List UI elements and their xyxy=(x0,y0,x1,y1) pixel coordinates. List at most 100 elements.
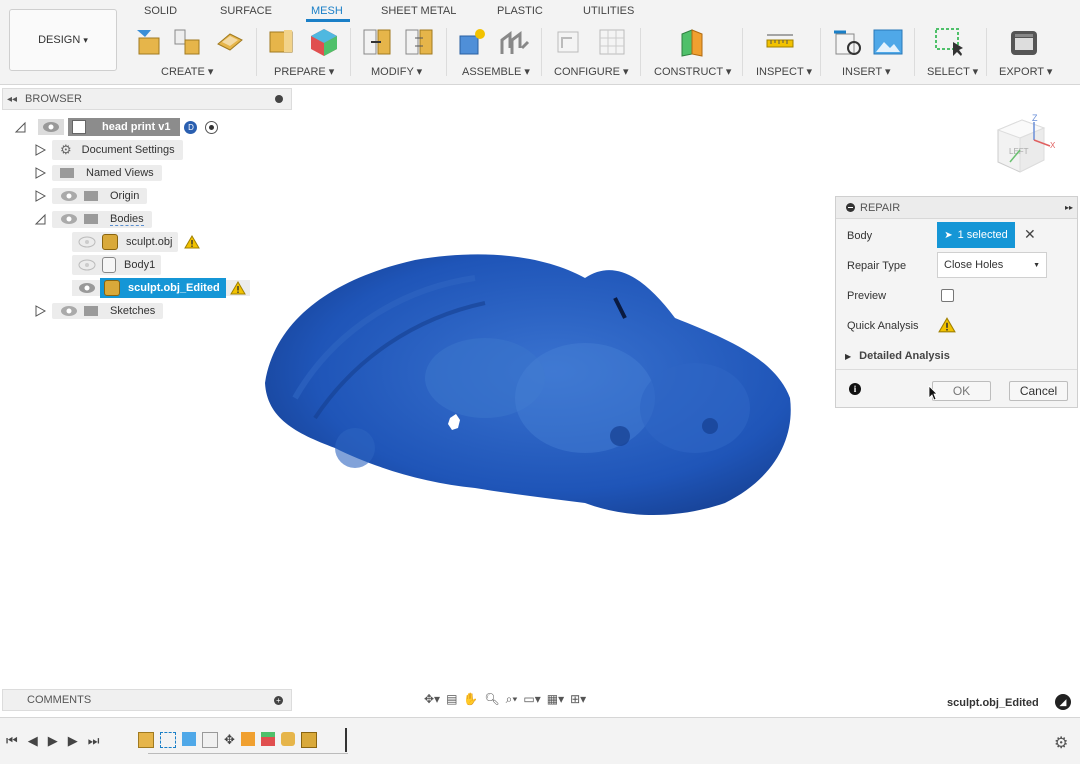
grid-icon[interactable]: ▦▾ xyxy=(547,692,564,706)
collapsed-triangle-icon[interactable] xyxy=(34,144,46,156)
hidden-eye-icon[interactable] xyxy=(78,236,96,248)
feature-mesh-edit-icon[interactable] xyxy=(300,732,317,748)
timeline-marker[interactable] xyxy=(345,728,347,752)
visibility-eye-icon[interactable] xyxy=(60,305,78,317)
go-to-start-icon[interactable]: ⏮ xyxy=(6,733,18,749)
tree-item-named-views[interactable]: Named Views xyxy=(14,163,294,183)
step-back-icon[interactable]: ◀ xyxy=(28,733,38,749)
expand-dialog-icon[interactable]: ▸▸ xyxy=(1065,203,1073,212)
group-export[interactable]: EXPORT ▾ xyxy=(999,65,1052,78)
preview-checkbox[interactable] xyxy=(941,289,954,302)
create-tessellate-icon[interactable] xyxy=(214,26,246,58)
tree-item-sculpt-obj-edited[interactable]: sculpt.obj_Edited xyxy=(14,278,294,298)
assemble-joint-icon[interactable] xyxy=(498,26,530,58)
inspect-measure-icon[interactable] xyxy=(764,26,796,58)
info-icon[interactable]: i xyxy=(849,383,861,395)
insert-canvas-icon[interactable] xyxy=(872,26,904,58)
tree-root[interactable]: head print v1 D xyxy=(14,117,294,137)
warning-icon[interactable] xyxy=(938,317,956,333)
warning-icon[interactable] xyxy=(229,281,246,295)
go-to-end-icon[interactable]: ⏭ xyxy=(88,733,100,749)
detailed-analysis-toggle[interactable]: ▶ Detailed Analysis xyxy=(845,350,950,362)
tree-item-document-settings[interactable]: ⚙ Document Settings xyxy=(14,140,294,160)
tree-item-origin[interactable]: Origin xyxy=(14,186,294,206)
cancel-button[interactable]: Cancel xyxy=(1009,381,1068,401)
export-3d-print-icon[interactable] xyxy=(1008,26,1040,58)
group-configure[interactable]: CONFIGURE ▾ xyxy=(554,65,629,78)
minus-circle-icon[interactable] xyxy=(846,203,855,212)
feature-form-icon[interactable] xyxy=(138,732,154,748)
repair-type-select[interactable]: Close Holes ▼ xyxy=(937,252,1047,278)
tab-solid[interactable]: SOLID xyxy=(144,5,177,17)
create-form-icon[interactable] xyxy=(131,26,163,58)
pan-icon[interactable]: ✋ xyxy=(463,692,478,706)
expanded-triangle-icon[interactable] xyxy=(14,121,26,133)
hidden-eye-icon[interactable] xyxy=(78,259,96,271)
timeline-settings-gear-icon[interactable]: ⚙ xyxy=(1054,733,1068,753)
create-insert-mesh-icon[interactable] xyxy=(171,26,203,58)
collapsed-triangle-icon[interactable] xyxy=(34,305,46,317)
clear-selection-icon[interactable]: ✕ xyxy=(1024,226,1036,243)
group-assemble[interactable]: ASSEMBLE ▾ xyxy=(462,65,530,78)
ok-button[interactable]: OK xyxy=(932,381,991,401)
construct-offset-plane-icon[interactable] xyxy=(676,26,708,58)
collapsed-triangle-icon[interactable] xyxy=(34,190,46,202)
feature-box-icon[interactable] xyxy=(202,732,218,748)
prepare-generate-face-groups-icon[interactable] xyxy=(266,26,298,58)
group-construct[interactable]: CONSTRUCT ▾ xyxy=(654,65,731,78)
visibility-eye-icon[interactable] xyxy=(60,213,78,225)
play-icon[interactable]: ▶ xyxy=(48,733,58,749)
tab-utilities[interactable]: UTILITIES xyxy=(583,5,634,17)
feature-face-group-icon[interactable] xyxy=(260,732,275,746)
orbit-icon[interactable]: ✥▾ xyxy=(424,692,440,706)
step-forward-icon[interactable]: ▶ xyxy=(68,733,78,749)
assemble-new-component-icon[interactable] xyxy=(456,26,488,58)
tab-sheet-metal[interactable]: SHEET METAL xyxy=(381,5,456,17)
viewports-icon[interactable]: ⊞▾ xyxy=(570,692,586,706)
tab-surface[interactable]: SURFACE xyxy=(220,5,272,17)
visibility-eye-icon[interactable] xyxy=(78,282,96,294)
feature-sketch-icon[interactable] xyxy=(160,732,176,748)
selection-filter-icon[interactable]: ◢ xyxy=(1055,694,1071,710)
display-settings-icon[interactable]: ▭▾ xyxy=(523,692,540,706)
configure-icon[interactable] xyxy=(554,26,586,58)
collapsed-triangle-icon[interactable] xyxy=(34,167,46,179)
group-select[interactable]: SELECT ▾ xyxy=(927,65,978,78)
add-comment-icon[interactable]: + xyxy=(274,695,283,705)
feature-move-icon[interactable]: ✥ xyxy=(224,732,235,748)
group-inspect[interactable]: INSPECT ▾ xyxy=(756,65,812,78)
tree-item-body1[interactable]: Body1 xyxy=(14,255,294,275)
group-create[interactable]: CREATE ▾ xyxy=(161,65,213,78)
feature-plane-icon[interactable] xyxy=(182,732,196,746)
zoom-window-icon[interactable]: ⌕▾ xyxy=(506,692,518,707)
workspace-switcher[interactable]: DESIGN ▾ xyxy=(9,9,117,71)
collapse-panel-icon[interactable]: ◂◂ xyxy=(7,94,17,105)
group-insert[interactable]: INSERT ▾ xyxy=(842,65,891,78)
feature-mesh-icon[interactable] xyxy=(280,732,295,746)
body-selection-button[interactable]: ➤ 1 selected xyxy=(937,222,1015,248)
tree-item-bodies[interactable]: Bodies xyxy=(14,209,294,229)
comments-panel[interactable]: COMMENTS + xyxy=(2,689,292,711)
zoom-icon[interactable]: 🔍︎ xyxy=(484,692,499,706)
tree-item-sketches[interactable]: Sketches xyxy=(14,301,294,321)
look-at-icon[interactable]: ▤ xyxy=(446,692,457,706)
insert-derive-icon[interactable] xyxy=(832,26,864,58)
select-window-icon[interactable] xyxy=(933,26,965,58)
visibility-eye-icon[interactable] xyxy=(60,190,78,202)
warning-icon[interactable] xyxy=(184,235,201,249)
tab-plastic[interactable]: PLASTIC xyxy=(497,5,543,17)
browser-pin-icon[interactable] xyxy=(275,95,283,103)
mesh-model[interactable] xyxy=(255,248,800,523)
expanded-triangle-icon[interactable] xyxy=(34,213,46,225)
visibility-eye-icon[interactable] xyxy=(42,121,60,133)
modify-plane-cut-icon[interactable] xyxy=(361,26,393,58)
viewcube[interactable]: LEFT Z X xyxy=(984,110,1064,180)
feature-offset-icon[interactable] xyxy=(240,732,255,746)
activate-radio-icon[interactable] xyxy=(205,120,219,134)
tree-item-sculpt-obj[interactable]: sculpt.obj xyxy=(14,232,294,252)
modify-remesh-icon[interactable] xyxy=(403,26,435,58)
group-prepare[interactable]: PREPARE ▾ xyxy=(274,65,334,78)
configure-table-icon[interactable] xyxy=(596,26,628,58)
tab-mesh[interactable]: MESH xyxy=(311,5,343,17)
prepare-face-groups-icon[interactable] xyxy=(308,26,340,58)
